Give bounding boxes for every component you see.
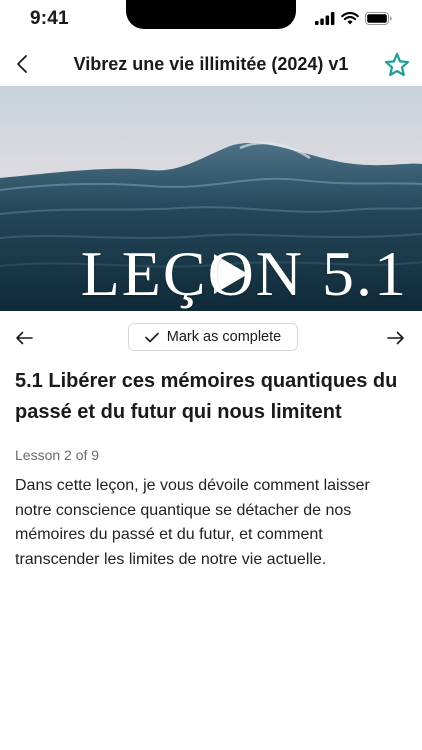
navigation-bar: Vibrez une vie illimitée (2024) v1 <box>0 44 422 86</box>
lesson-video-player[interactable]: LEÇON 5.1 <box>0 86 422 311</box>
next-lesson-button[interactable] <box>382 324 410 352</box>
battery-icon <box>365 12 392 25</box>
star-icon <box>384 52 410 77</box>
lesson-controls: Mark as complete <box>0 322 422 354</box>
lesson-progress-label: Lesson 2 of 9 <box>15 447 100 463</box>
mark-complete-label: Mark as complete <box>166 329 282 345</box>
signal-icon <box>315 12 335 25</box>
chevron-left-icon <box>17 55 27 73</box>
arrow-left-icon <box>16 331 33 345</box>
device-notch <box>126 0 296 29</box>
status-icons <box>315 12 392 25</box>
page-title: Vibrez une vie illimitée (2024) v1 <box>73 54 349 74</box>
video-caption: LEÇON 5.1 <box>80 238 408 309</box>
arrow-right-icon <box>387 331 404 345</box>
lesson-description: Dans cette leçon, je vous dévoile commen… <box>15 477 370 568</box>
previous-lesson-button[interactable] <box>10 324 38 352</box>
lesson-title: 5.1 Libérer ces mémoires quantiques du p… <box>15 370 398 423</box>
back-button[interactable] <box>8 50 36 78</box>
mark-complete-button[interactable]: Mark as complete <box>128 323 298 351</box>
favorite-button[interactable] <box>382 50 412 80</box>
wifi-icon <box>341 12 359 25</box>
status-time: 9:41 <box>30 8 69 29</box>
checkmark-icon <box>144 332 159 342</box>
status-bar: 9:41 <box>0 0 422 40</box>
